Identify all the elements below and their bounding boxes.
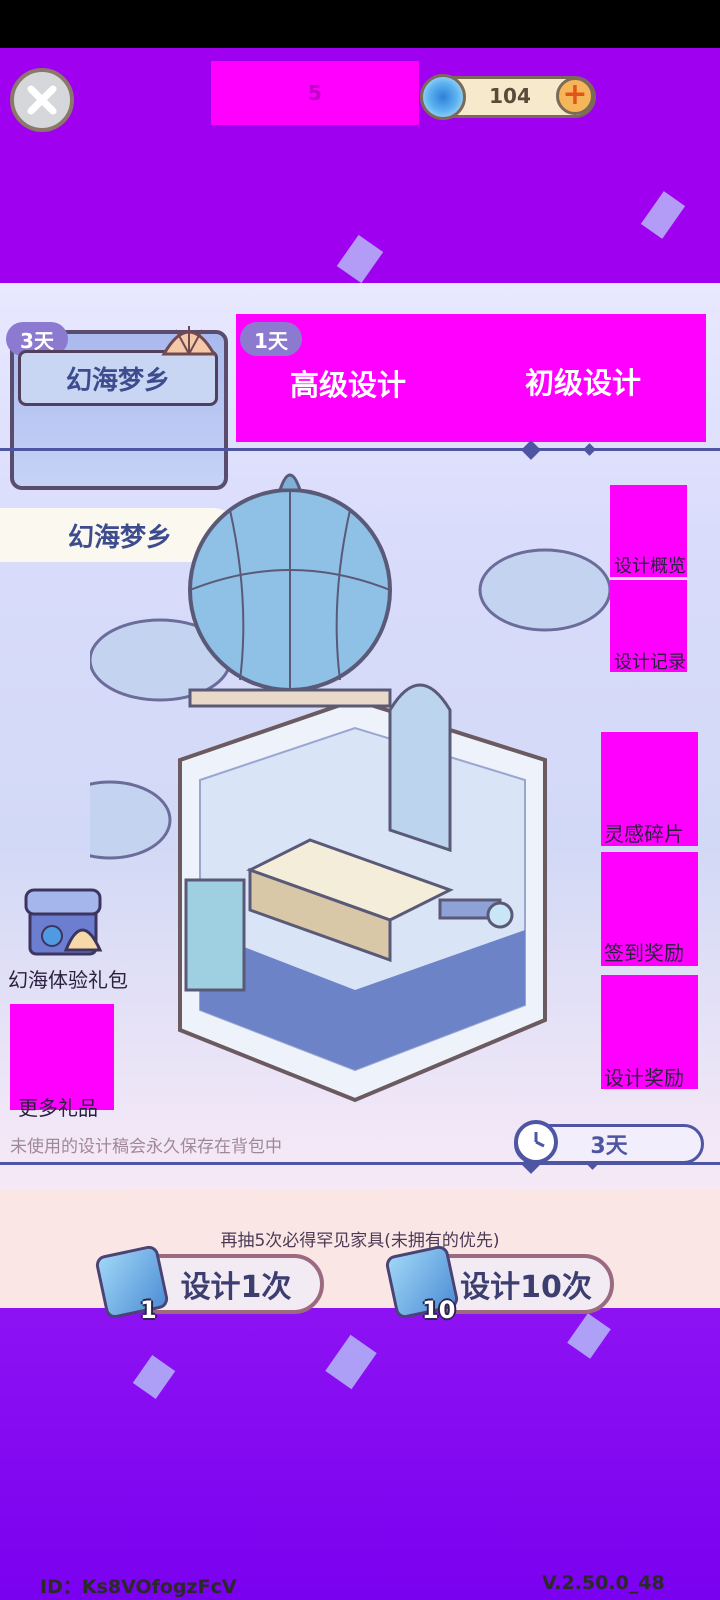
close-button[interactable]: [10, 68, 74, 132]
plus-icon: +: [562, 77, 588, 112]
timer-value: 3天: [590, 1134, 628, 1159]
status-bar: [0, 0, 720, 48]
app-version: V.2.50.0_48: [542, 1572, 665, 1594]
single-ticket-count: 1: [140, 1296, 157, 1324]
overview-label: 设计概览: [614, 556, 686, 577]
top-divider: [0, 448, 720, 451]
banner-title: 幻海梦乡: [18, 350, 218, 406]
tab-basic-design[interactable]: 初级设计: [525, 360, 641, 402]
pity-counter-text: 再抽5次必得罕见家具(未拥有的优先): [220, 1231, 500, 1251]
tab-advanced-design[interactable]: 高级设计: [290, 362, 406, 404]
design-scroll-icon: [94, 1244, 170, 1320]
clock-icon: [514, 1120, 558, 1164]
currency-value: 104: [489, 84, 531, 108]
gift-pack-button[interactable]: 幻海体验礼包: [8, 880, 150, 992]
inspiration-fragments-label: 灵感碎片: [604, 822, 684, 846]
draw-once-label: 设计1次: [180, 1270, 292, 1305]
swirl-gem-icon: [420, 74, 466, 120]
ten-ticket-count: 10: [422, 1296, 456, 1324]
ocean-bedroom-illustration: [90, 473, 610, 1103]
gift-pack-label: 幻海体验礼包: [8, 968, 128, 992]
gift-chest-icon: [24, 888, 103, 956]
design-reward-label: 设计奖励: [604, 1066, 684, 1090]
clock-hands: [534, 1132, 545, 1148]
storage-hint: 未使用的设计稿会永久保存在背包中: [10, 1137, 282, 1157]
masked-title-area: 5: [211, 61, 419, 125]
draw-ten-label: 设计10次: [460, 1270, 592, 1305]
tab-days-badge: 1天: [240, 322, 302, 356]
history-label: 设计记录: [614, 652, 686, 673]
checkin-reward-label: 签到奖励: [604, 941, 684, 965]
close-x-icon: [27, 85, 57, 115]
player-id: ID：Ks8VOfogzFcV: [40, 1576, 237, 1598]
add-currency-button[interactable]: +: [556, 77, 594, 115]
masked-label: 5: [308, 81, 322, 105]
more-gifts-label: 更多礼品: [18, 1096, 98, 1120]
seashell-icon: [161, 326, 217, 356]
